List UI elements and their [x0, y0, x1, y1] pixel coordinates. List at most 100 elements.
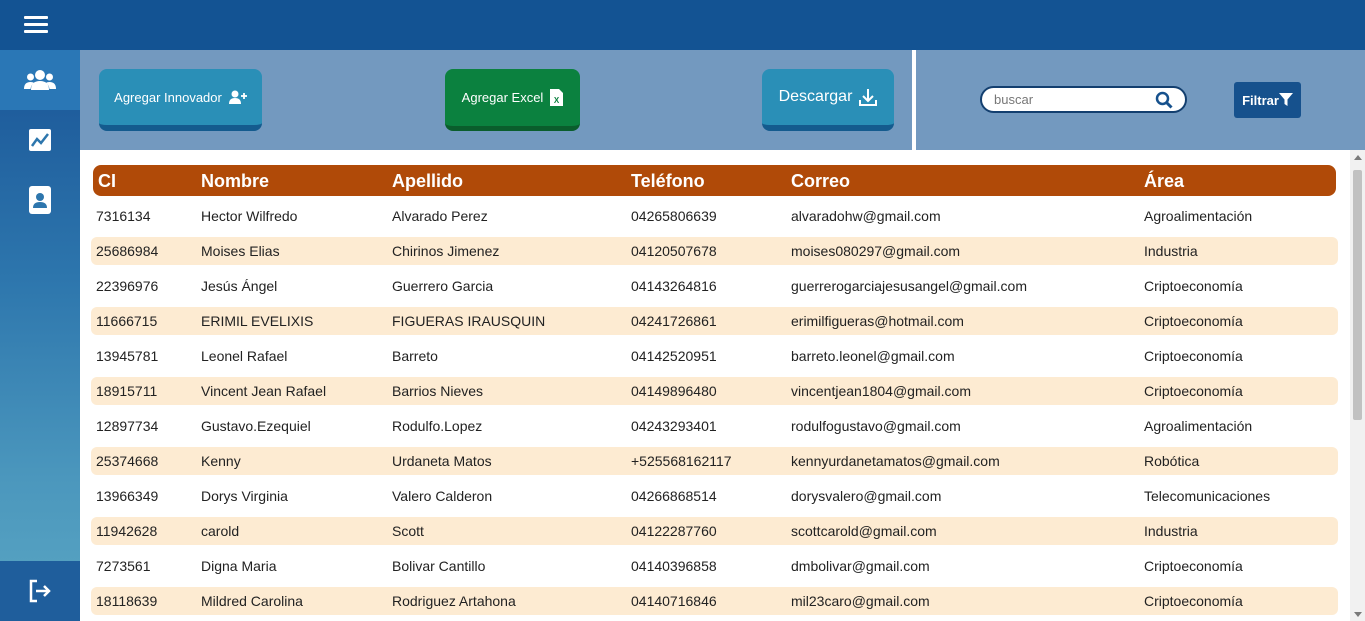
innovators-table: CI Nombre Apellido Teléfono Correo Área …: [80, 150, 1350, 621]
cell-apellido: FIGUERAS IRAUSQUIN: [392, 313, 546, 329]
vertical-scrollbar[interactable]: [1350, 150, 1365, 621]
cell-nombre: Dorys Virginia: [201, 488, 288, 504]
header-ci: CI: [98, 171, 116, 191]
table-row[interactable]: 12897734 Gustavo.Ezequiel Rodulfo.Lopez …: [91, 412, 1338, 440]
cell-nombre: Kenny: [201, 453, 241, 469]
table-row[interactable]: 25686984 Moises Elias Chirinos Jimenez 0…: [91, 237, 1338, 265]
table-row[interactable]: 13966349 Dorys Virginia Valero Calderon …: [91, 482, 1338, 510]
cell-ci: 11666715: [96, 313, 158, 329]
cell-apellido: Urdaneta Matos: [392, 453, 492, 469]
add-excel-button[interactable]: Agregar Excel X: [445, 69, 580, 131]
cell-telefono: +525568162117: [631, 453, 732, 469]
cell-telefono: 04241726861: [631, 313, 717, 329]
cell-area: Criptoeconomía: [1144, 278, 1243, 294]
download-button[interactable]: Descargar: [762, 69, 894, 131]
cell-area: Agroalimentación: [1144, 418, 1253, 434]
cell-apellido: Scott: [392, 523, 424, 539]
cell-correo: guerrerogarciajesusangel@gmail.com: [791, 278, 1027, 294]
table-row[interactable]: 7273561 Digna Maria Bolivar Cantillo 041…: [91, 552, 1338, 580]
table-row[interactable]: 18915711 Vincent Jean Rafael Barrios Nie…: [91, 377, 1338, 405]
filter-button[interactable]: Filtrar: [1234, 82, 1301, 118]
cell-area: Criptoeconomía: [1144, 313, 1243, 329]
cell-nombre: ERIMIL EVELIXIS: [201, 313, 314, 329]
cell-correo: moises080297@gmail.com: [791, 243, 961, 259]
header-nombre: Nombre: [201, 171, 270, 191]
table-row[interactable]: 18118639 Mildred Carolina Rodriguez Arta…: [91, 587, 1338, 615]
table-row[interactable]: 13945781 Leonel Rafael Barreto 041425209…: [91, 342, 1338, 370]
add-innovator-label: Agregar Innovador: [114, 89, 222, 105]
cell-area: Agroalimentación: [1144, 208, 1253, 224]
scroll-down-arrow-icon[interactable]: [1354, 612, 1362, 617]
cell-ci: 18915711: [96, 383, 158, 399]
cell-apellido: Rodulfo.Lopez: [392, 418, 483, 434]
download-label: Descargar: [778, 88, 853, 105]
cell-area: Robótica: [1144, 453, 1200, 469]
cell-nombre: Mildred Carolina: [201, 593, 303, 609]
add-innovator-button[interactable]: Agregar Innovador: [99, 69, 262, 131]
chart-icon: [29, 129, 51, 151]
cell-telefono: 04266868514: [631, 488, 717, 504]
cell-correo: dorysvalero@gmail.com: [791, 488, 942, 504]
sidebar: [0, 50, 80, 621]
cell-telefono: 04120507678: [631, 243, 717, 259]
users-icon: [24, 70, 56, 90]
cell-area: Telecomunicaciones: [1144, 488, 1271, 504]
table-row[interactable]: 11942628 carold Scott 04122287760 scottc…: [91, 517, 1338, 545]
cell-correo: barreto.leonel@gmail.com: [791, 348, 955, 364]
cell-area: Criptoeconomía: [1144, 558, 1243, 574]
cell-telefono: 04265806639: [631, 208, 717, 224]
cell-correo: scottcarold@gmail.com: [791, 523, 937, 539]
scroll-thumb[interactable]: [1353, 170, 1362, 420]
cell-area: Criptoeconomía: [1144, 348, 1243, 364]
cell-nombre: Jesús Ángel: [201, 278, 278, 294]
cell-nombre: Moises Elias: [201, 243, 280, 259]
cell-telefono: 04142520951: [631, 348, 717, 364]
cell-correo: alvaradohw@gmail.com: [791, 208, 941, 224]
cell-apellido: Valero Calderon: [392, 488, 493, 504]
download-icon: [859, 89, 878, 106]
cell-apellido: Alvarado Perez: [392, 208, 488, 224]
cell-telefono: 04140396858: [631, 558, 717, 574]
search-input[interactable]: [982, 91, 1155, 108]
table-row[interactable]: 7316134 Hector Wilfredo Alvarado Perez 0…: [91, 202, 1338, 230]
header-correo: Correo: [791, 171, 851, 191]
filter-icon: [1278, 93, 1293, 106]
scroll-up-arrow-icon[interactable]: [1354, 155, 1362, 160]
cell-telefono: 04149896480: [631, 383, 717, 399]
sidebar-item-chart[interactable]: [0, 110, 80, 170]
header-area: Área: [1144, 171, 1185, 191]
cell-ci: 7316134: [96, 208, 151, 224]
logout-button[interactable]: [0, 561, 80, 621]
top-bar: [0, 0, 1365, 50]
cell-correo: dmbolivar@gmail.com: [791, 558, 930, 574]
cell-ci: 13966349: [96, 488, 159, 504]
cell-apellido: Barreto: [392, 348, 438, 364]
cell-correo: rodulfogustavo@gmail.com: [791, 418, 961, 434]
sidebar-item-users[interactable]: [0, 50, 80, 110]
search-icon[interactable]: [1155, 91, 1173, 109]
cell-area: Industria: [1144, 243, 1198, 259]
svg-text:X: X: [554, 96, 560, 105]
cell-ci: 12897734: [96, 418, 159, 434]
add-user-icon: [228, 90, 247, 104]
table-row[interactable]: 25374668 Kenny Urdaneta Matos +525568162…: [91, 447, 1338, 475]
cell-apellido: Guerrero Garcia: [392, 278, 494, 294]
cell-ci: 11942628: [96, 523, 158, 539]
table-header: CI Nombre Apellido Teléfono Correo Área: [93, 165, 1336, 196]
cell-apellido: Chirinos Jimenez: [392, 243, 500, 259]
cell-ci: 25374668: [96, 453, 159, 469]
toolbar-divider: [912, 50, 916, 150]
cell-nombre: Vincent Jean Rafael: [201, 383, 327, 399]
header-apellido: Apellido: [392, 171, 463, 191]
cell-telefono: 04243293401: [631, 418, 717, 434]
table-row[interactable]: 22396976 Jesús Ángel Guerrero Garcia 041…: [91, 272, 1338, 300]
filter-label: Filtrar: [1242, 92, 1279, 108]
cell-nombre: carold: [201, 523, 240, 539]
hamburger-menu-icon[interactable]: [24, 16, 48, 34]
cell-ci: 7273561: [96, 558, 151, 574]
sidebar-item-contact[interactable]: [0, 170, 80, 230]
cell-nombre: Hector Wilfredo: [201, 208, 298, 224]
cell-nombre: Gustavo.Ezequiel: [201, 418, 311, 434]
table-row[interactable]: 11666715 ERIMIL EVELIXIS FIGUERAS IRAUSQ…: [91, 307, 1338, 335]
add-excel-label: Agregar Excel: [461, 90, 544, 105]
